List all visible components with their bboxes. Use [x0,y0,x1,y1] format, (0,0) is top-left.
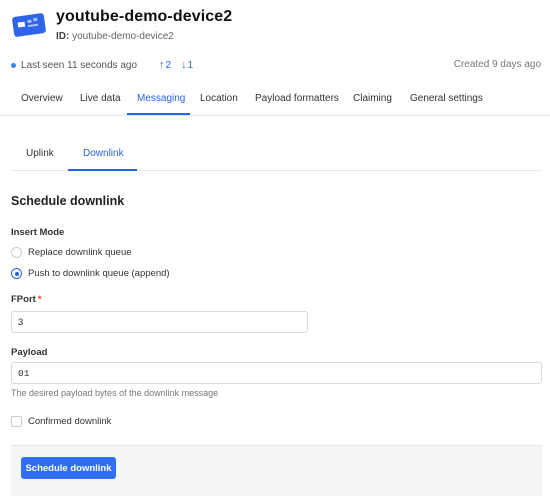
arrow-up-icon: ↑ [159,59,165,71]
uplink-count-value: 2 [165,59,172,71]
downlink-count[interactable]: ↓ 1 [181,59,193,71]
radio-push-label: Push to downlink queue (append) [28,268,170,279]
confirmed-downlink-label: Confirmed downlink [28,416,112,427]
tab-overview[interactable]: Overview [21,93,63,104]
radio-push-indicator[interactable] [11,268,22,279]
main-tabs: Overview Live data Messaging Location Pa… [0,84,550,116]
uplink-count[interactable]: ↑ 2 [159,59,171,71]
payload-input[interactable]: 01 [11,362,542,384]
tab-general-settings[interactable]: General settings [410,93,483,104]
subtab-uplink[interactable]: Uplink [26,148,54,159]
tab-payload-formatters[interactable]: Payload formatters [255,93,339,104]
active-subtab-indicator [68,169,137,171]
confirmed-downlink-row[interactable]: Confirmed downlink [11,416,111,427]
radio-replace-label: Replace downlink queue [28,247,132,258]
created-text: Created 9 days ago [453,59,541,70]
tab-claiming[interactable]: Claiming [353,93,392,104]
last-seen-text: Last seen 11 seconds ago [21,59,138,71]
required-asterisk: * [37,294,42,305]
arrow-down-icon: ↓ [181,59,187,71]
active-tab-indicator [127,113,190,115]
schedule-downlink-button[interactable]: Schedule downlink [21,457,116,479]
status-row: Last seen 11 seconds ago ↑ 2 ↓ 1 [11,59,193,71]
confirmed-downlink-checkbox[interactable] [11,416,22,427]
subtab-downlink[interactable]: Downlink [83,148,124,159]
tab-location[interactable]: Location [200,93,238,104]
fport-label: FPort * [11,294,42,305]
messaging-subtabs: Uplink Downlink [11,138,542,171]
payload-input-value: 01 [18,367,30,379]
radio-replace-queue[interactable]: Replace downlink queue [11,247,132,258]
device-icon [11,12,47,38]
fport-input-value: 3 [18,316,24,328]
tab-live-data[interactable]: Live data [80,93,121,104]
fport-label-text: FPort [11,294,36,305]
section-title: Schedule downlink [11,194,125,208]
fport-input[interactable]: 3 [11,311,308,333]
downlink-count-value: 1 [187,59,194,71]
device-id: ID: youtube-demo-device2 [56,31,174,42]
form-footer: Schedule downlink [11,445,542,496]
traffic-counts: ↑ 2 ↓ 1 [159,59,193,71]
radio-push-queue[interactable]: Push to downlink queue (append) [11,268,170,279]
payload-label: Payload [11,347,48,358]
device-id-value: youtube-demo-device2 [72,31,174,42]
device-id-label: ID: [56,31,70,42]
insert-mode-label: Insert Mode [11,227,65,238]
tab-messaging[interactable]: Messaging [137,93,185,104]
payload-hint: The desired payload bytes of the downlin… [11,388,219,398]
device-title: youtube-demo-device2 [56,8,233,25]
radio-replace-indicator[interactable] [11,247,22,258]
status-dot-icon [11,62,16,68]
